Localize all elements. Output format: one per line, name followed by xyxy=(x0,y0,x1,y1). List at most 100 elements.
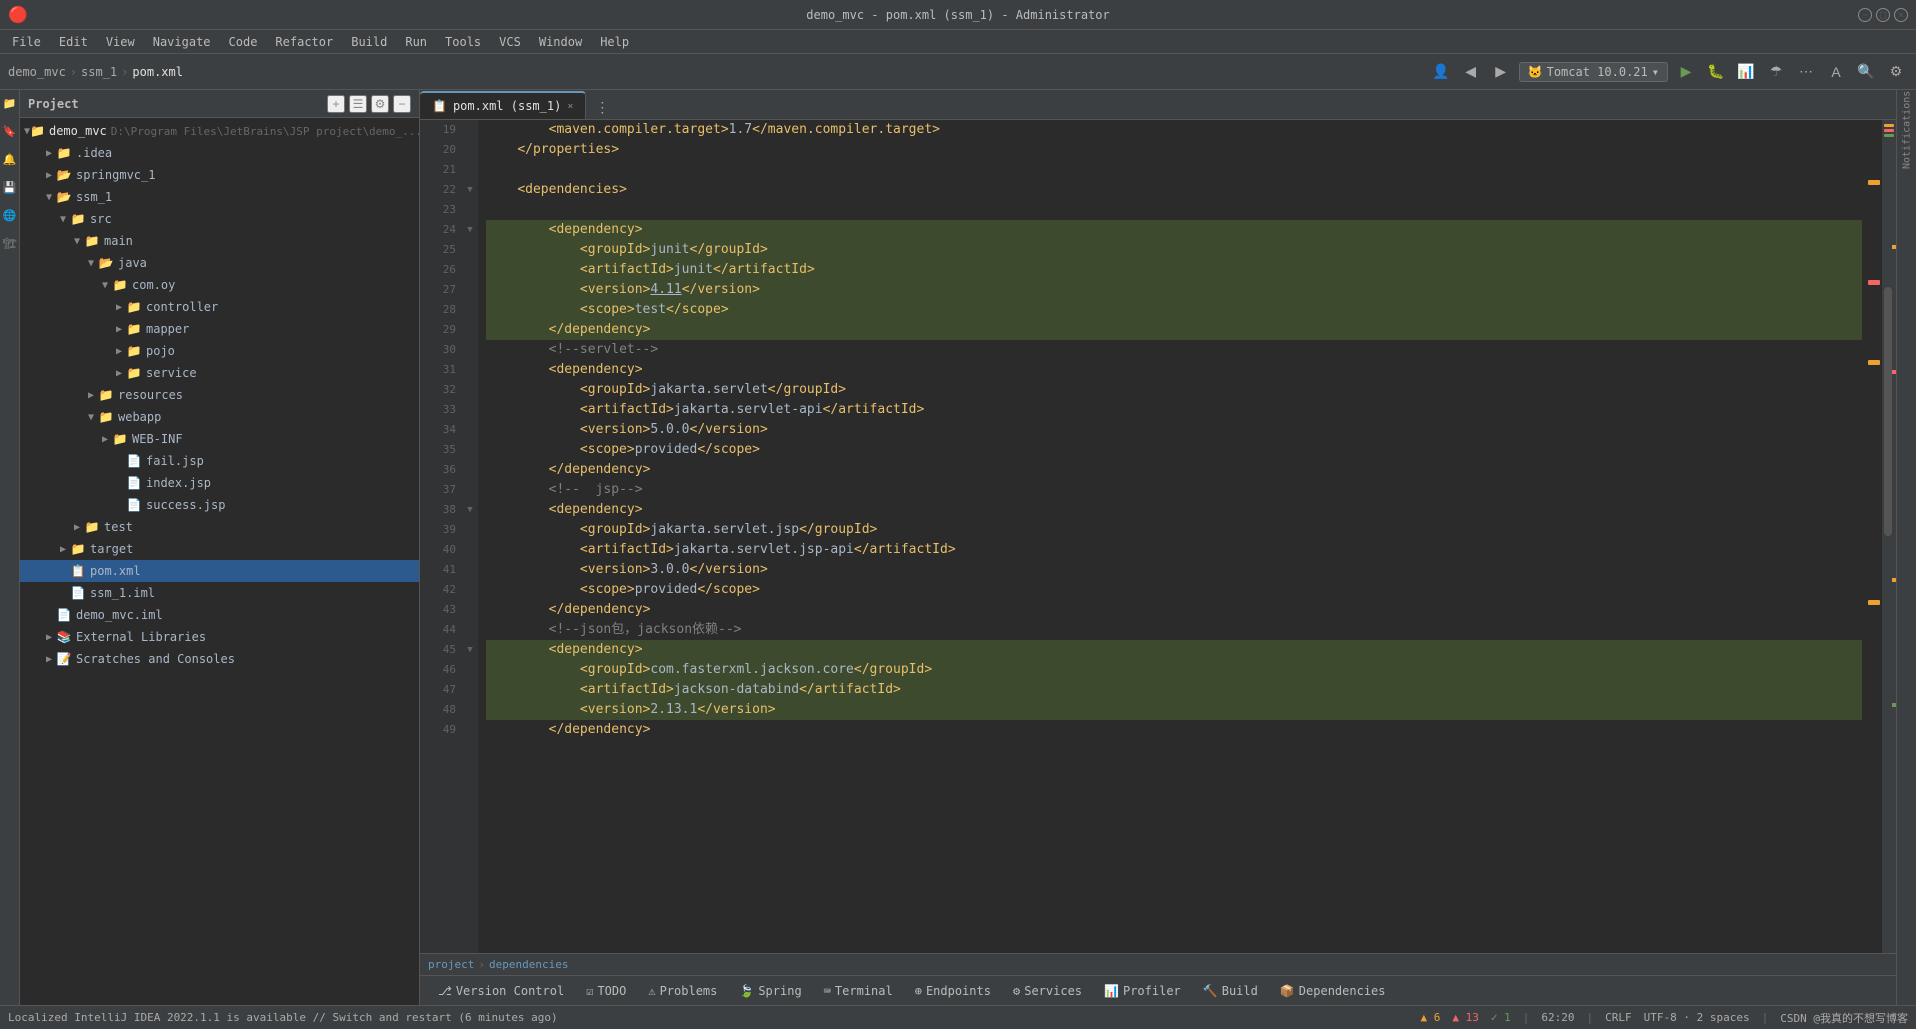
tree-pojo[interactable]: ▶ 📁 pojo xyxy=(20,340,419,362)
tree-controller[interactable]: ▶ 📁 controller xyxy=(20,296,419,318)
tree-successjsp[interactable]: ▶ 📄 success.jsp xyxy=(20,494,419,516)
scrollbar-thumb[interactable] xyxy=(1884,287,1892,537)
tree-extlibs[interactable]: ▶ 📚 External Libraries xyxy=(20,626,419,648)
tab-version-control[interactable]: ⎇ Version Control xyxy=(428,978,574,1004)
tree-mapper-arrow: ▶ xyxy=(112,322,126,336)
menu-edit[interactable]: Edit xyxy=(51,33,96,51)
menu-window[interactable]: Window xyxy=(531,33,590,51)
status-crlf[interactable]: CRLF xyxy=(1605,1011,1632,1024)
menu-vcs[interactable]: VCS xyxy=(491,33,529,51)
tree-pomxml[interactable]: ▶ 📋 pom.xml xyxy=(20,560,419,582)
minimize-button[interactable]: − xyxy=(1858,8,1872,22)
status-ok[interactable]: ✓ 1 xyxy=(1491,1011,1511,1024)
fold-24[interactable]: ▼ xyxy=(462,220,478,240)
fold-45[interactable]: ▼ xyxy=(462,640,478,660)
tree-ssm1iml-label: ssm_1.iml xyxy=(90,586,155,600)
bookmarks-icon[interactable]: 🔖 xyxy=(1,122,19,140)
structure-icon[interactable]: 🏗 xyxy=(1,234,19,252)
tab-problems[interactable]: ⚠ Problems xyxy=(638,978,727,1004)
breadcrumb-project[interactable]: demo_mvc xyxy=(8,65,66,79)
tab-spring[interactable]: 🍃 Spring xyxy=(729,978,811,1004)
status-errors[interactable]: ▲ 13 xyxy=(1452,1011,1479,1024)
menu-navigate[interactable]: Navigate xyxy=(145,33,219,51)
run-button[interactable]: ▶ xyxy=(1674,60,1698,84)
menu-run[interactable]: Run xyxy=(397,33,435,51)
back-button[interactable]: ◀ xyxy=(1459,60,1483,84)
status-warnings[interactable]: ▲ 6 xyxy=(1421,1011,1441,1024)
coverage-button[interactable]: ☂ xyxy=(1764,60,1788,84)
settings-button[interactable]: ⚙ xyxy=(1884,60,1908,84)
more-run-button[interactable]: ⋯ xyxy=(1794,60,1818,84)
search-button[interactable]: 🔍 xyxy=(1854,60,1878,84)
panel-add-icon[interactable]: + xyxy=(327,95,345,113)
persistence-icon[interactable]: 💾 xyxy=(1,178,19,196)
project-icon[interactable]: 📁 xyxy=(1,94,19,112)
tab-close-button[interactable]: × xyxy=(567,101,573,112)
tree-mapper[interactable]: ▶ 📁 mapper xyxy=(20,318,419,340)
editor-scrollbar[interactable] xyxy=(1882,120,1896,953)
code-content[interactable]: <maven.compiler.target>1.7</maven.compil… xyxy=(478,120,1862,953)
right-notifications-icon[interactable]: Notifications xyxy=(1898,90,1916,170)
path-project[interactable]: project xyxy=(428,958,474,971)
line-num-39: 39 xyxy=(420,520,456,540)
panel-hide-icon[interactable]: − xyxy=(393,95,411,113)
tree-webapp[interactable]: ▼ 📁 webapp xyxy=(20,406,419,428)
tree-java[interactable]: ▼ 📂 java xyxy=(20,252,419,274)
tree-ssm1[interactable]: ▼ 📂 ssm_1 xyxy=(20,186,419,208)
tab-profiler[interactable]: 📊 Profiler xyxy=(1094,978,1191,1004)
tab-services[interactable]: ⚙ Services xyxy=(1003,978,1092,1004)
menu-file[interactable]: File xyxy=(4,33,49,51)
tomcat-selector[interactable]: 🐱 Tomcat 10.0.21 ▾ xyxy=(1519,62,1668,82)
tree-demomvciml[interactable]: ▶ 📄 demo_mvc.iml xyxy=(20,604,419,626)
menu-tools[interactable]: Tools xyxy=(437,33,489,51)
tab-todo[interactable]: ☑ TODO xyxy=(576,978,636,1004)
fold-38[interactable]: ▼ xyxy=(462,500,478,520)
breadcrumb-pomxml[interactable]: pom.xml xyxy=(132,65,183,79)
tree-scratches[interactable]: ▶ 📝 Scratches and Consoles xyxy=(20,648,419,670)
tree-ssm1-arrow: ▼ xyxy=(42,190,56,204)
path-dependencies[interactable]: dependencies xyxy=(489,958,568,971)
menu-refactor[interactable]: Refactor xyxy=(267,33,341,51)
tree-test[interactable]: ▶ 📁 test xyxy=(20,516,419,538)
tree-ssm1iml[interactable]: ▶ 📄 ssm_1.iml xyxy=(20,582,419,604)
tree-target[interactable]: ▶ 📁 target xyxy=(20,538,419,560)
tab-terminal[interactable]: ⌨ Terminal xyxy=(814,978,903,1004)
tree-webinf[interactable]: ▶ 📁 WEB-INF xyxy=(20,428,419,450)
tree-idea[interactable]: ▶ 📁 .idea xyxy=(20,142,419,164)
tree-java-arrow: ▼ xyxy=(84,256,98,270)
tree-springmvc1[interactable]: ▶ 📂 springmvc_1 xyxy=(20,164,419,186)
tab-build[interactable]: 🔨 Build xyxy=(1193,978,1268,1004)
menu-build[interactable]: Build xyxy=(343,33,395,51)
close-button[interactable]: ✕ xyxy=(1894,8,1908,22)
tree-src[interactable]: ▼ 📁 src xyxy=(20,208,419,230)
tree-indexjsp[interactable]: ▶ 📄 index.jsp xyxy=(20,472,419,494)
forward-button[interactable]: ▶ xyxy=(1489,60,1513,84)
profile-button[interactable]: 📊 xyxy=(1734,60,1758,84)
translate-button[interactable]: A xyxy=(1824,60,1848,84)
tab-options-button[interactable]: ⋮ xyxy=(590,95,614,119)
tree-failjsp[interactable]: ▶ 📄 fail.jsp xyxy=(20,450,419,472)
tree-root[interactable]: ▼ 📁 demo_mvc D:\Program Files\JetBrains\… xyxy=(20,120,419,142)
tab-dependencies[interactable]: 📦 Dependencies xyxy=(1270,978,1396,1004)
panel-list-icon[interactable]: ☰ xyxy=(349,95,367,113)
web-icon[interactable]: 🌐 xyxy=(1,206,19,224)
tree-main[interactable]: ▼ 📁 main xyxy=(20,230,419,252)
breadcrumb-ssm1[interactable]: ssm_1 xyxy=(81,65,117,79)
fold-22[interactable]: ▼ xyxy=(462,180,478,200)
tree-service[interactable]: ▶ 📁 service xyxy=(20,362,419,384)
menu-help[interactable]: Help xyxy=(592,33,637,51)
menu-view[interactable]: View xyxy=(98,33,143,51)
debug-button[interactable]: 🐛 xyxy=(1704,60,1728,84)
panel-gear-icon[interactable]: ⚙ xyxy=(371,95,389,113)
menu-code[interactable]: Code xyxy=(221,33,266,51)
tree-failjsp-label: fail.jsp xyxy=(146,454,204,468)
tree-comoy[interactable]: ▼ 📁 com.oy xyxy=(20,274,419,296)
editor-tab-pomxml[interactable]: 📋 pom.xml (ssm_1) × xyxy=(420,91,586,119)
status-line-col[interactable]: 62:20 xyxy=(1541,1011,1574,1024)
maximize-button[interactable]: □ xyxy=(1876,8,1890,22)
user-button[interactable]: 👤 xyxy=(1429,60,1453,84)
status-encoding[interactable]: UTF-8 · 2 spaces xyxy=(1644,1011,1750,1024)
tab-endpoints[interactable]: ⊕ Endpoints xyxy=(905,978,1001,1004)
tree-resources[interactable]: ▶ 📁 resources xyxy=(20,384,419,406)
notifications-icon[interactable]: 🔔 xyxy=(1,150,19,168)
